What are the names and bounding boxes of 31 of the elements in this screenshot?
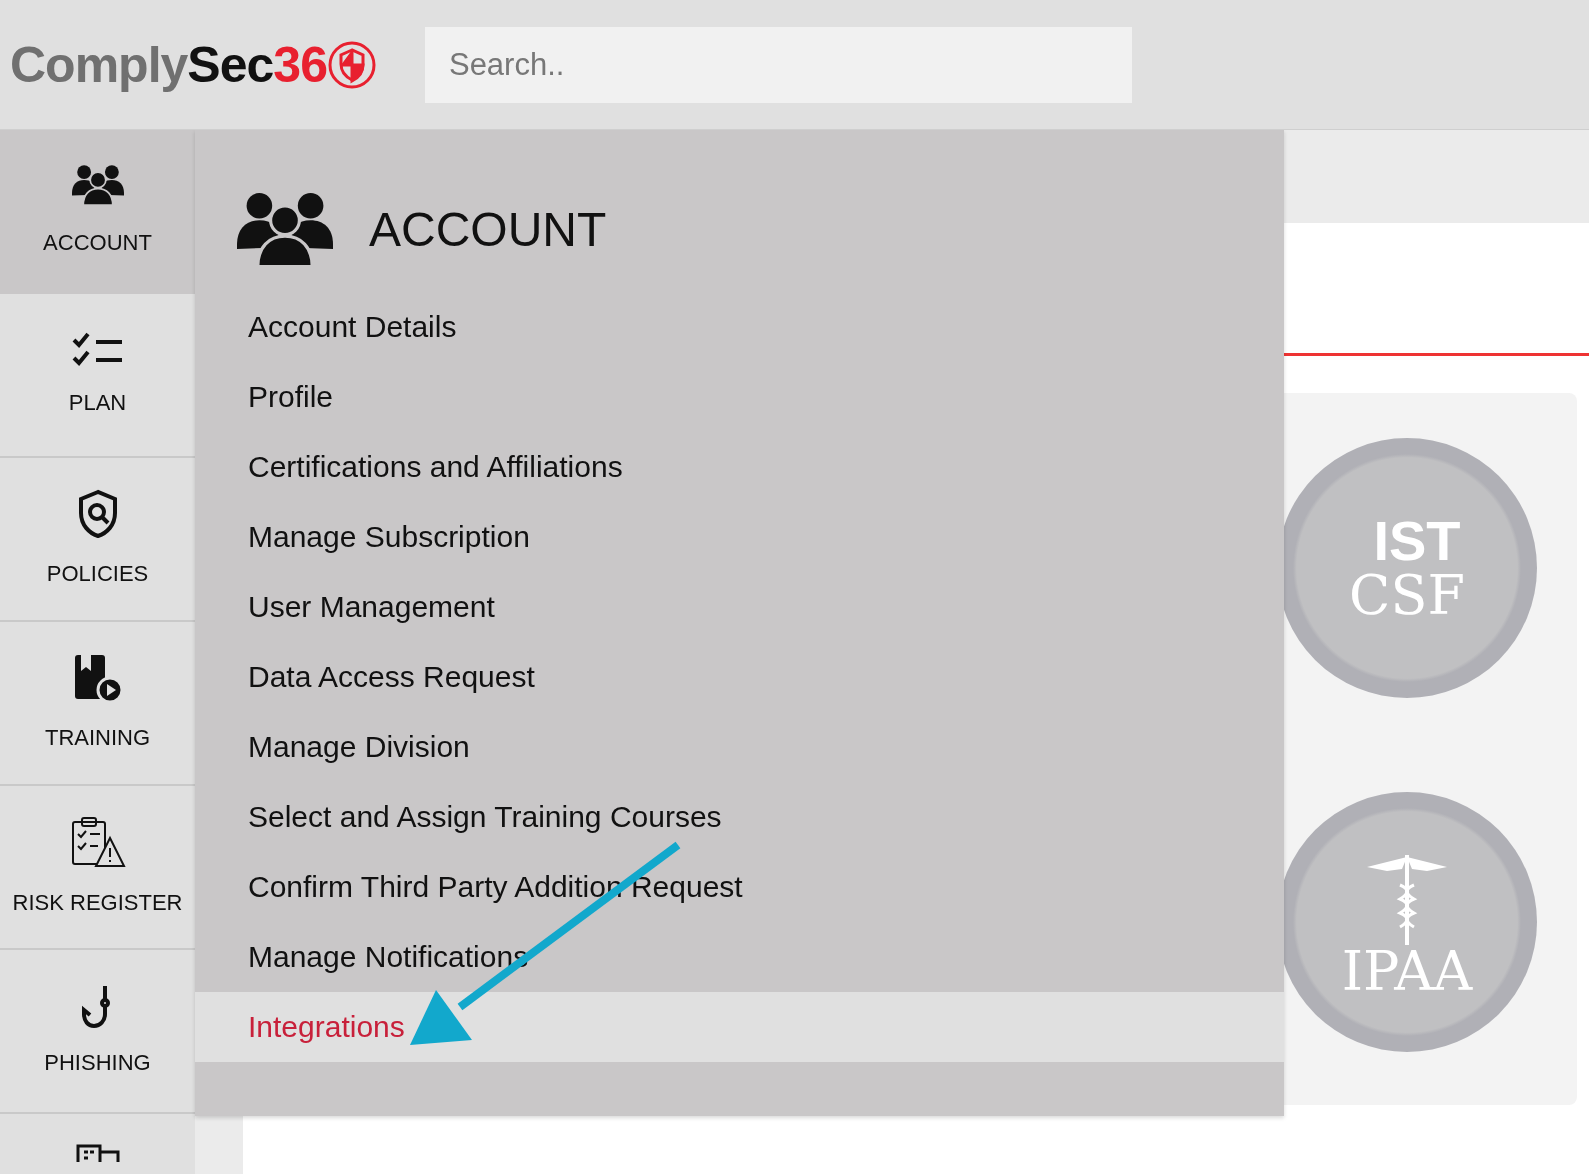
menu-item[interactable]: Select and Assign Training Courses (195, 782, 1284, 852)
menu-item[interactable]: Data Access Request (195, 642, 1284, 712)
shield-logo-icon (326, 39, 377, 90)
menu-title: ACCOUNT (369, 202, 607, 258)
badge-logo: IST (1373, 513, 1461, 569)
sidebar-label: ACCOUNT (43, 228, 152, 257)
people-icon (71, 163, 124, 208)
menu-item[interactable]: User Management (195, 572, 1284, 642)
logo-text: Sec (187, 39, 274, 90)
sidebar-item[interactable]: ACCOUNT (0, 130, 195, 294)
sidebar-label: PLAN (68, 388, 127, 417)
sidebar-label: TRAINING (44, 723, 151, 752)
logo-text: Comply (10, 39, 188, 90)
clipboard-warning-icon (69, 815, 126, 868)
video-card-icon (72, 652, 123, 703)
menu-item[interactable]: Certifications and Affiliations (195, 432, 1284, 502)
menu-item[interactable]: Integrations (195, 992, 1284, 1062)
sidebar-label: PHISHING (44, 1048, 151, 1077)
sidebar-label: POLICIES (46, 559, 149, 588)
menu-item[interactable]: Manage Subscription (195, 502, 1284, 572)
badge-label: CSF (1349, 569, 1465, 623)
sidebar-label: RISK REGISTER (12, 888, 183, 917)
badge-label: IPAA (1341, 945, 1473, 999)
menu-item[interactable]: Profile (195, 362, 1284, 432)
checklist-icon (71, 331, 124, 368)
search-field[interactable]: Search.. (424, 26, 1132, 103)
building-icon (75, 1144, 120, 1162)
menu-item[interactable]: Account Details (195, 292, 1284, 362)
logo-text: 36 (273, 39, 327, 90)
menu-item[interactable]: Manage Notifications (195, 922, 1284, 992)
menu-item[interactable]: Manage Division (195, 712, 1284, 782)
